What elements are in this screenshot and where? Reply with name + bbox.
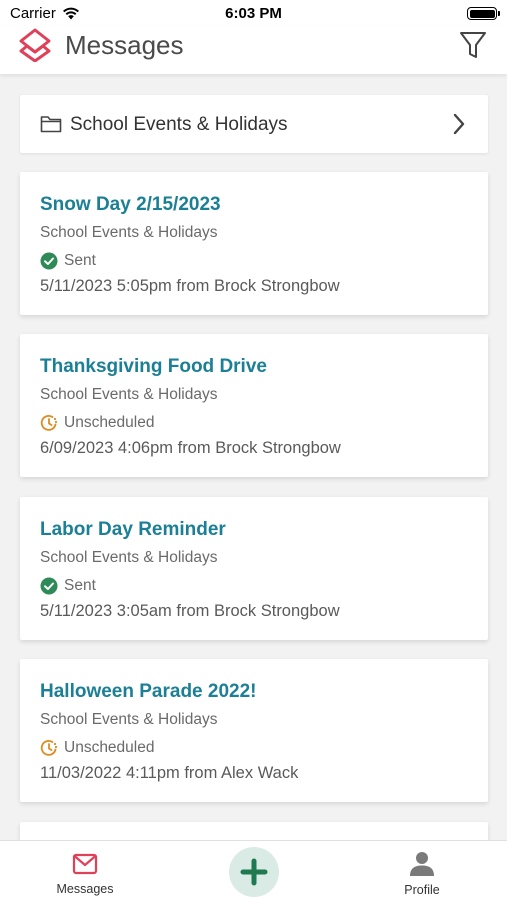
person-icon	[410, 852, 434, 876]
message-status-label: Sent	[64, 252, 96, 269]
status-time: 6:03 PM	[225, 5, 282, 22]
message-meta: 5/11/2023 3:05am from Brock Strongbow	[40, 602, 340, 620]
add-message-button[interactable]	[229, 847, 279, 897]
message-meta: 5/11/2023 5:05pm from Brock Strongbow	[40, 277, 340, 295]
folder-selector[interactable]: School Events & Holidays	[20, 95, 488, 153]
message-card[interactable]: Thanksgiving Food Drive School Events & …	[20, 334, 488, 477]
battery-icon	[467, 7, 500, 20]
message-status: Sent	[40, 577, 96, 595]
message-category: School Events & Holidays	[40, 224, 218, 241]
folder-icon	[40, 116, 62, 133]
message-category: School Events & Holidays	[40, 386, 218, 403]
status-bar: Carrier 6:03 PM	[0, 0, 507, 26]
tab-profile-label: Profile	[404, 883, 440, 897]
message-status-label: Unscheduled	[64, 414, 155, 431]
unscheduled-clock-icon	[40, 739, 58, 756]
sent-check-icon	[40, 252, 58, 270]
tab-messages-label: Messages	[56, 882, 114, 896]
message-card[interactable]: Labor Day Reminder School Events & Holid…	[20, 497, 488, 640]
tab-messages[interactable]: Messages	[45, 841, 125, 900]
sent-check-icon	[40, 577, 58, 595]
message-category: School Events & Holidays	[40, 549, 218, 566]
unscheduled-clock-icon	[40, 414, 58, 431]
message-status-label: Sent	[64, 577, 96, 594]
app-header: Messages	[0, 26, 507, 74]
chevron-right-icon	[453, 113, 465, 135]
message-status: Unscheduled	[40, 739, 154, 757]
message-category: School Events & Holidays	[40, 711, 218, 728]
filter-icon[interactable]	[459, 30, 487, 60]
tab-bar: Messages Profile	[0, 840, 507, 900]
message-status: Unscheduled	[40, 414, 154, 432]
message-status: Sent	[40, 252, 96, 270]
message-title: Halloween Parade 2022!	[40, 681, 257, 702]
page-title: Messages	[65, 30, 184, 60]
folder-label: School Events & Holidays	[70, 114, 288, 135]
message-status-label: Unscheduled	[64, 739, 155, 756]
app-logo-icon	[19, 28, 51, 62]
message-title: Thanksgiving Food Drive	[40, 356, 267, 377]
message-meta: 6/09/2023 4:06pm from Brock Strongbow	[40, 439, 341, 457]
message-meta: 11/03/2022 4:11pm from Alex Wack	[40, 764, 299, 782]
message-title: Snow Day 2/15/2023	[40, 194, 221, 215]
message-title: Labor Day Reminder	[40, 519, 226, 540]
envelope-icon	[72, 853, 98, 875]
message-card[interactable]: Snow Day 2/15/2023 School Events & Holid…	[20, 172, 488, 315]
message-card[interactable]: Halloween Parade 2022! School Events & H…	[20, 659, 488, 802]
tab-profile[interactable]: Profile	[382, 841, 462, 900]
plus-icon	[240, 858, 268, 886]
